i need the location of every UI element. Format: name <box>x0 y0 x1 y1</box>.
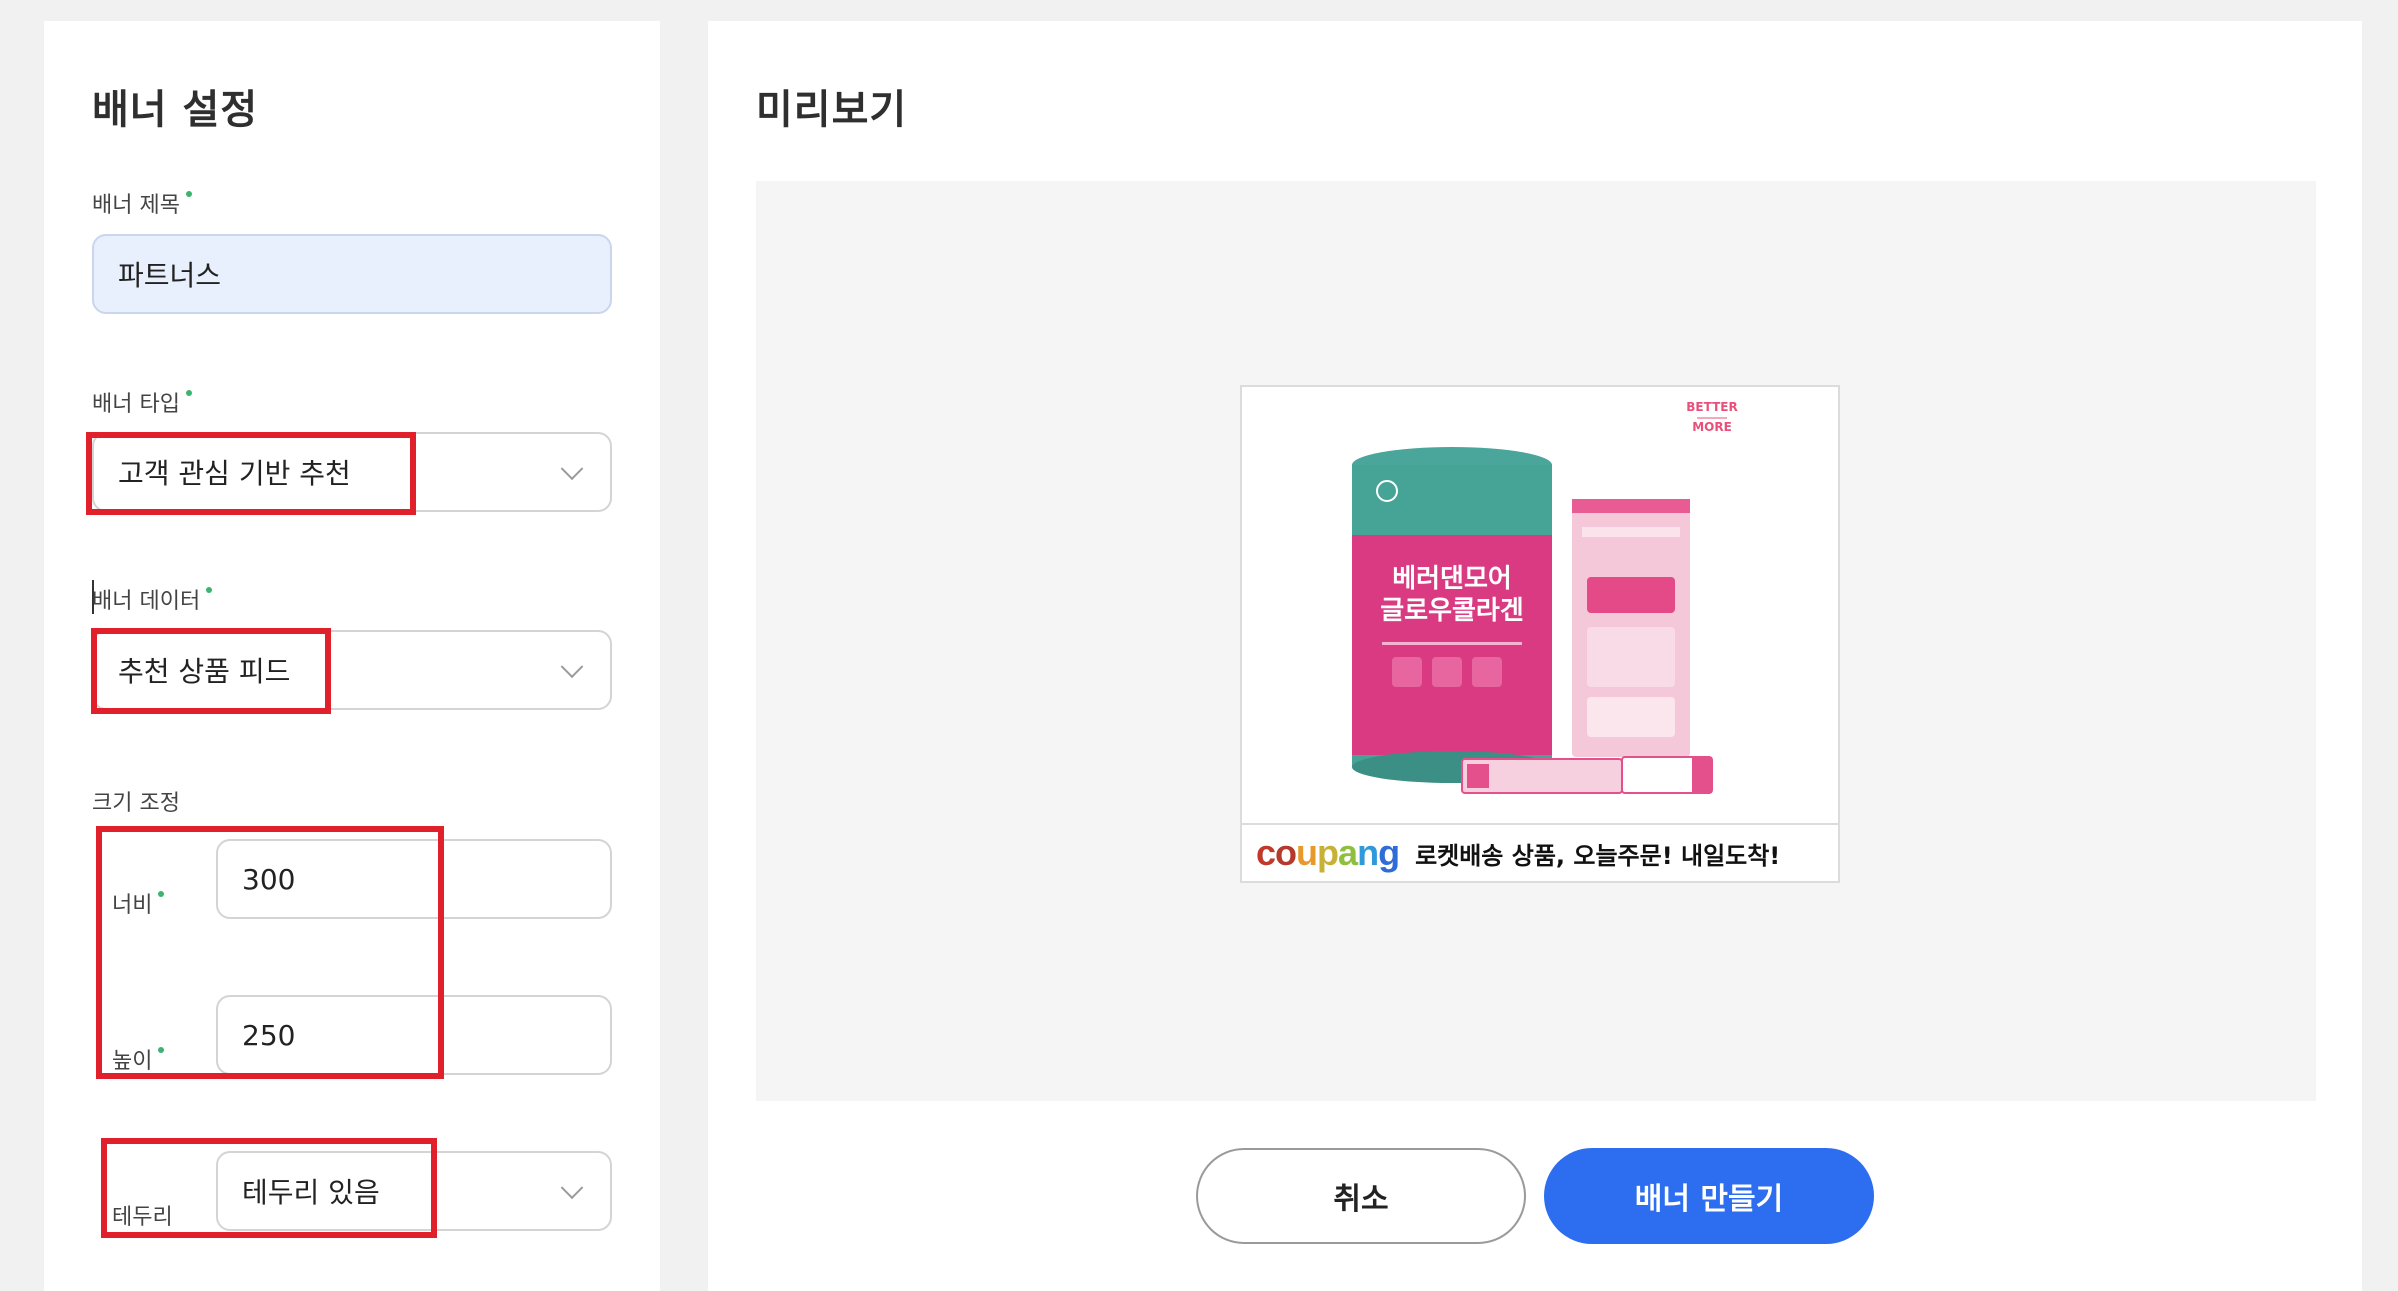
banner-settings-panel: 배너 설정 배너 제목 파트너스 배너 타입 고객 관심 기반 추천 배너 데이… <box>44 21 660 1291</box>
required-indicator <box>158 1047 165 1053</box>
preview-title: 미리보기 <box>756 87 908 133</box>
height-input[interactable]: 250 <box>216 995 612 1075</box>
required-indicator <box>158 891 165 897</box>
preview-panel: 미리보기 BETTER MORE 베러댄모어 글로우콜라겐 coupang 로켓… <box>708 21 2362 1291</box>
size-label: 크기 조정 <box>92 791 180 816</box>
chevron-down-icon <box>560 457 584 481</box>
chevron-down-icon <box>560 1176 584 1200</box>
height-label: 높이 <box>112 1043 165 1075</box>
border-select[interactable]: 테두리 있음 <box>216 1151 612 1231</box>
product-illustration: BETTER MORE 베러댄모어 글로우콜라겐 <box>1352 400 1738 794</box>
banner-title-label: 배너 제목 <box>92 187 192 219</box>
preview-area: BETTER MORE 베러댄모어 글로우콜라겐 coupang 로켓배송 상품… <box>756 181 2316 1101</box>
width-label: 너비 <box>112 887 165 919</box>
banner-data-select[interactable]: 추천 상품 피드 <box>92 630 612 710</box>
banner-tagline: 로켓배송 상품, 오늘주문! 내일도착! <box>1415 841 1781 870</box>
coupang-logo: coupang <box>1256 832 1400 873</box>
create-banner-button[interactable]: 배너 만들기 <box>1544 1148 1874 1244</box>
chevron-down-icon <box>560 655 584 679</box>
product-image: BETTER MORE 베러댄모어 글로우콜라겐 <box>1242 387 1838 825</box>
cancel-button[interactable]: 취소 <box>1196 1148 1526 1244</box>
required-indicator <box>206 587 213 593</box>
banner-type-label: 배너 타입 <box>92 386 192 418</box>
banner-title-input[interactable]: 파트너스 <box>92 234 612 314</box>
border-label: 테두리 <box>112 1205 173 1230</box>
product-name-line2: 글로우콜라겐 <box>1380 596 1524 626</box>
banner-data-label: 배너 데이터 <box>92 583 213 615</box>
settings-title: 배너 설정 <box>92 87 259 133</box>
required-indicator <box>185 191 192 197</box>
product-name-line1: 베러댄모어 <box>1392 564 1512 594</box>
brand-mark-bottom: MORE <box>1692 420 1732 434</box>
width-input[interactable]: 300 <box>216 839 612 919</box>
brand-mark-top: BETTER <box>1686 400 1737 414</box>
banner-type-select[interactable]: 고객 관심 기반 추천 <box>92 432 612 512</box>
banner-footer: coupang 로켓배송 상품, 오늘주문! 내일도착! <box>1242 823 1838 881</box>
banner-preview[interactable]: BETTER MORE 베러댄모어 글로우콜라겐 coupang 로켓배송 상품… <box>1240 385 1840 883</box>
required-indicator <box>185 390 192 396</box>
